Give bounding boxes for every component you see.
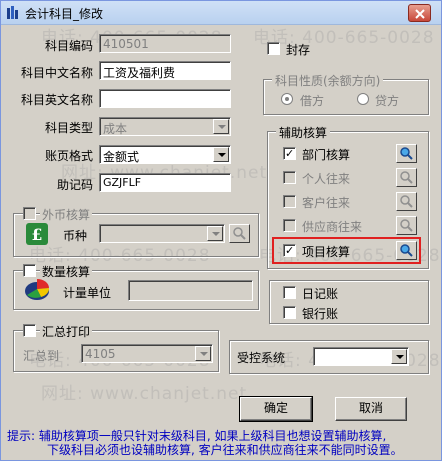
svg-text:£: £ — [31, 225, 42, 244]
customer-search-button — [396, 192, 417, 211]
hint-line-1: 提示: 辅助核算项一般只针对末级科目, 如果上级科目也想设置辅助核算, — [7, 429, 387, 443]
code-field: 410501 — [99, 34, 231, 53]
watermark-site: 网址: www.chanjet.net — [41, 384, 248, 404]
summary-print-title: 汇总打印 — [40, 323, 93, 340]
controlled-system-label: 受控系统 — [237, 351, 286, 365]
credit-label: 贷方 — [375, 94, 400, 108]
cancel-button[interactable]: 取消 — [335, 397, 407, 421]
chevron-down-icon — [195, 346, 211, 361]
aux-checkbox-dept[interactable]: ✓ — [283, 147, 296, 160]
personal-search-button — [396, 168, 417, 187]
aux-checkbox-personal — [283, 171, 296, 184]
pie-chart-icon — [23, 276, 51, 302]
mnemonic-field[interactable]: GZJFLF — [99, 173, 231, 192]
unit-field — [128, 280, 253, 301]
journal-checkbox[interactable] — [283, 286, 296, 299]
debit-label: 借方 — [300, 94, 325, 108]
aux-label-project: 项目核算 — [302, 245, 351, 259]
cn-name-field[interactable]: 工资及福利费 — [99, 61, 231, 80]
nature-title: 科目性质(余额方向) — [272, 72, 384, 89]
window-title: 会计科目_修改 — [25, 7, 104, 21]
supplier-search-button — [396, 216, 417, 235]
currency-select — [99, 224, 225, 243]
code-label: 科目编码 — [44, 39, 93, 53]
en-name-label: 科目英文名称 — [20, 93, 93, 107]
search-icon — [233, 227, 246, 240]
currency-label: 币种 — [63, 229, 88, 243]
close-button[interactable] — [408, 4, 431, 22]
chevron-down-icon[interactable] — [391, 349, 407, 364]
summary-to-label: 汇总到 — [23, 349, 60, 363]
unit-label: 计量单位 — [63, 286, 112, 300]
search-icon — [400, 195, 413, 208]
search-icon — [400, 171, 413, 184]
search-icon — [400, 244, 413, 257]
dialog-window: 会计科目_修改 电话: 400-665-0028 电话: 400-665-002… — [0, 0, 442, 461]
watermark-phone: 电话: 400-665-0028 — [253, 28, 435, 48]
aux-checkbox-supplier — [283, 219, 296, 232]
aux-label-customer: 客户往来 — [302, 196, 351, 210]
summary-to-select: 4105 — [81, 344, 213, 363]
aux-label-dept: 部门核算 — [302, 148, 351, 162]
ledger-label: 账页格式 — [44, 149, 93, 163]
aux-checkbox-project[interactable]: ✓ — [283, 244, 296, 257]
bank-checkbox[interactable] — [283, 306, 296, 319]
title-bar: 会计科目_修改 — [1, 1, 441, 25]
cn-name-label: 科目中文名称 — [20, 66, 93, 80]
aux-label-supplier: 供应商往来 — [302, 220, 363, 234]
ledger-format-value: 金额式 — [103, 150, 140, 164]
debit-radio — [281, 93, 293, 105]
hint-text: 提示: 辅助核算项一般只针对末级科目, 如果上级科目也想设置辅助核算, 下级科目… — [7, 429, 437, 457]
ledger-format-select[interactable]: 金额式 — [99, 145, 231, 164]
project-search-button[interactable] — [396, 241, 417, 260]
type-select: 成本 — [99, 117, 231, 136]
summary-to-value: 4105 — [85, 347, 116, 361]
chevron-down-icon — [207, 226, 223, 241]
en-name-field[interactable] — [99, 89, 231, 108]
hint-line-2: 下级科目必须也设辅助核算, 客户往来和供应商往来不能同时设置。 — [47, 443, 403, 457]
currency-search-button — [229, 224, 250, 243]
journal-label: 日记账 — [302, 287, 339, 301]
ok-button[interactable]: 确定 — [239, 396, 313, 422]
foreign-currency-checkbox — [23, 207, 36, 220]
type-label: 科目类型 — [44, 121, 93, 135]
mnemonic-label: 助记码 — [56, 178, 93, 192]
controlled-system-select[interactable] — [313, 347, 409, 366]
credit-radio — [357, 93, 369, 105]
aux-label-personal: 个人往来 — [302, 172, 351, 186]
seal-checkbox[interactable] — [267, 42, 280, 55]
chevron-down-icon — [213, 119, 229, 134]
aux-title: 辅助核算 — [276, 124, 331, 141]
foreign-currency-title: 外币核算 — [40, 206, 93, 223]
chevron-down-icon[interactable] — [213, 147, 229, 162]
aux-checkbox-customer — [283, 195, 296, 208]
app-icon — [5, 5, 21, 21]
nature-group: 科目性质(余额方向) 借方 贷方 — [263, 72, 429, 115]
dept-search-button[interactable] — [396, 144, 417, 163]
search-icon — [400, 219, 413, 232]
bank-label: 银行账 — [302, 307, 339, 321]
pound-currency-icon: £ — [25, 222, 49, 246]
seal-label: 封存 — [286, 43, 311, 57]
close-icon — [415, 9, 425, 19]
search-icon — [400, 147, 413, 160]
type-select-value: 成本 — [103, 122, 128, 136]
summary-print-checkbox[interactable] — [23, 324, 36, 337]
